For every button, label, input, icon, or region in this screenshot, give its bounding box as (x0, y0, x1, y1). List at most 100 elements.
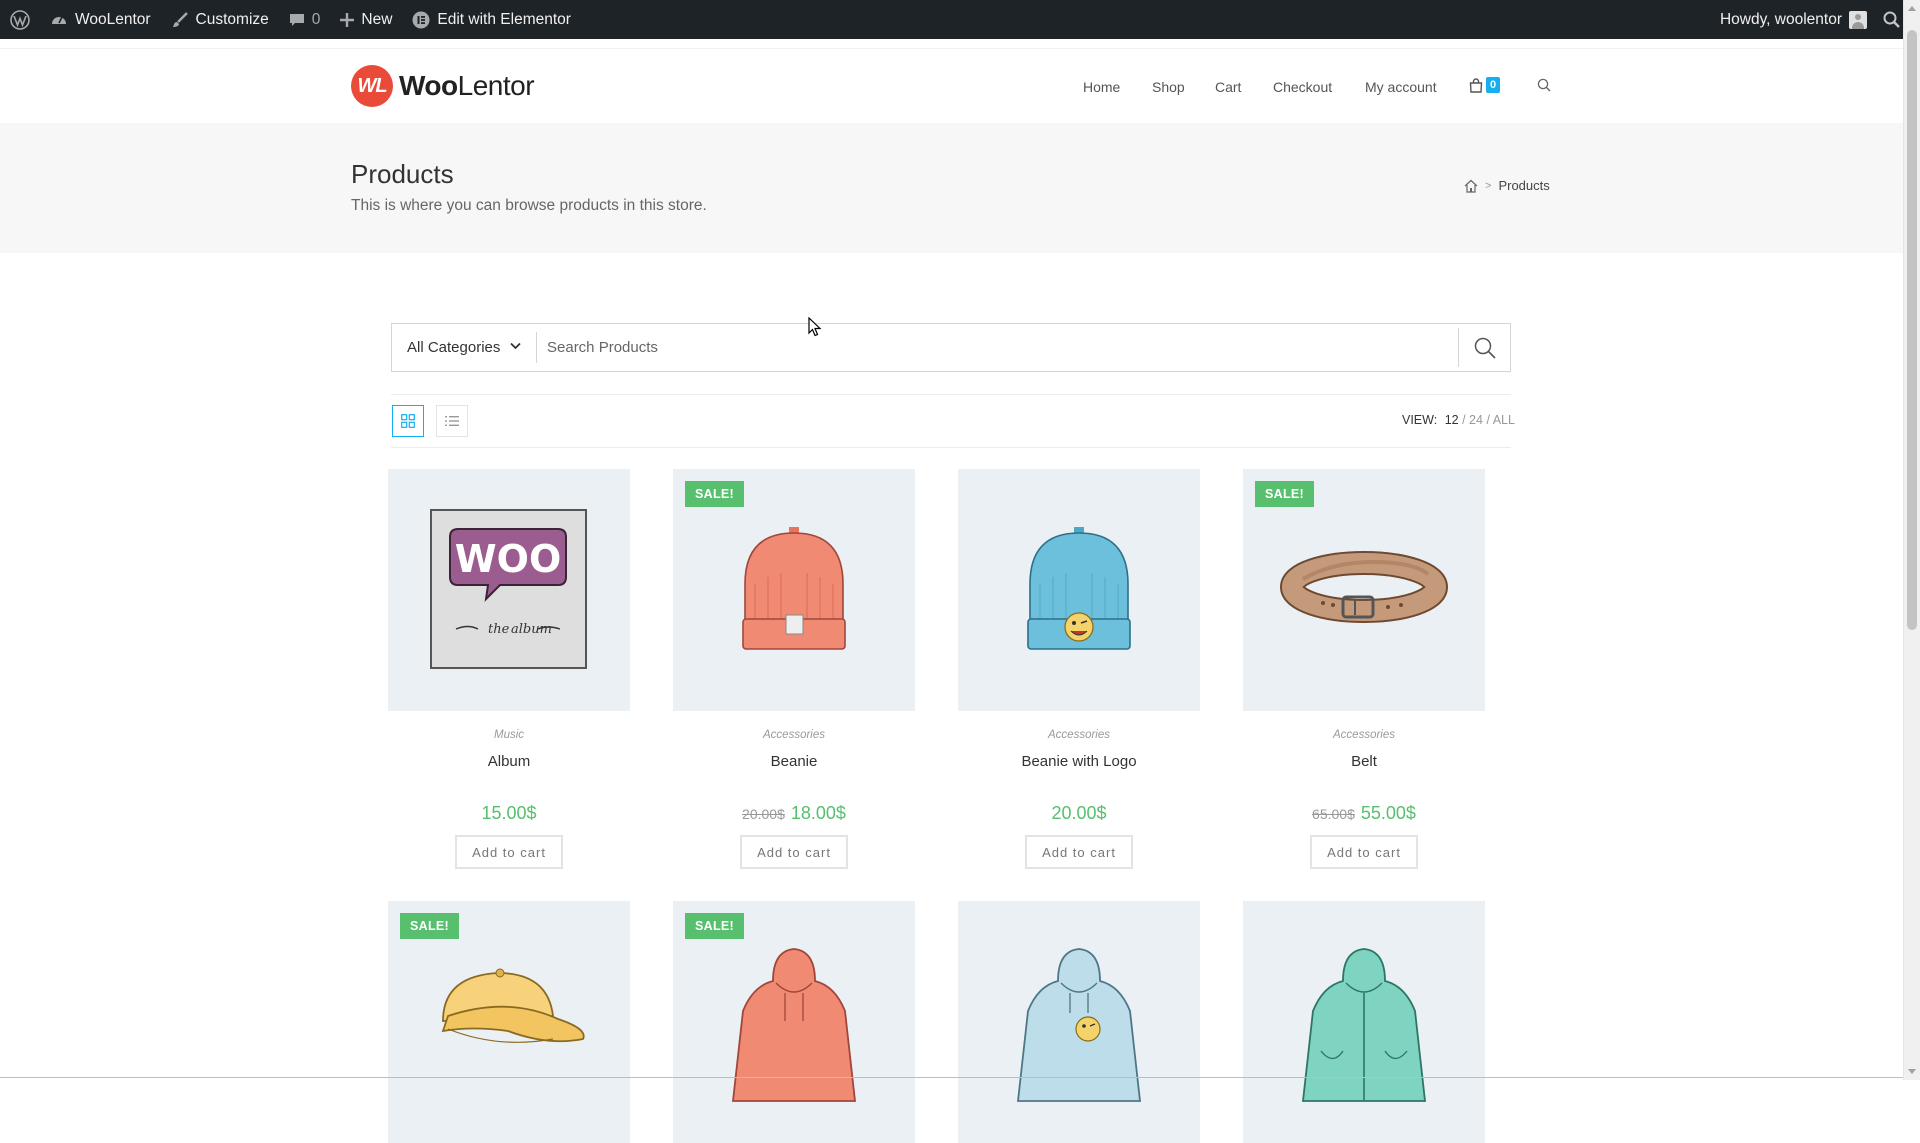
product-category[interactable]: Accessories (958, 729, 1200, 741)
wordpress-logo-button[interactable] (0, 0, 40, 39)
product-category[interactable]: Accessories (673, 729, 915, 741)
adminbar-site-name: WooLentor (75, 10, 151, 28)
product-price-current: 15.00$ (481, 803, 537, 823)
svg-text:WOO: WOO (455, 537, 562, 581)
product-image[interactable]: WOO the album (388, 469, 630, 711)
product-price: 65.00$ 55.00$ (1243, 803, 1485, 824)
page-subtitle: This is where you can browse products in… (351, 197, 707, 214)
add-to-cart-button[interactable]: Add to cart (455, 835, 563, 869)
logo-text-bold: Woo (399, 70, 458, 101)
product-price: 20.00$ (958, 803, 1200, 824)
product-title[interactable]: Beanie with Logo (958, 753, 1200, 770)
product-image[interactable]: SALE! (673, 901, 915, 1143)
dashboard-icon (52, 16, 66, 24)
view-12-link[interactable]: 12 (1445, 413, 1459, 427)
search-icon (1883, 11, 1900, 28)
chevron-down-icon (510, 342, 521, 350)
site-header: WL WooLentor Home Shop Cart Checkout My … (0, 48, 1903, 124)
nav-cart[interactable]: Cart (1215, 79, 1241, 95)
logo-text: WooLentor (399, 70, 535, 102)
sale-badge: SALE! (1255, 481, 1314, 507)
beanie-logo-icon (1027, 527, 1131, 650)
product-category[interactable]: Accessories (1243, 729, 1485, 741)
album-icon: WOO the album (430, 509, 587, 669)
product-image[interactable]: SALE! (388, 901, 630, 1143)
product-image[interactable] (1243, 901, 1485, 1143)
scroll-down-icon[interactable] (1908, 1069, 1916, 1074)
site-logo[interactable]: WL WooLentor (351, 65, 535, 107)
adminbar-new-link[interactable]: New (330, 0, 402, 39)
nav-home[interactable]: Home (1083, 79, 1120, 95)
header-search-button[interactable] (1537, 78, 1551, 97)
product-category[interactable]: Music (388, 729, 630, 741)
product-price: 20.00$ 18.00$ (673, 803, 915, 824)
shopping-bag-icon (1469, 77, 1483, 93)
adminbar-elementor-link[interactable]: Edit with Elementor (402, 0, 581, 39)
product-price-current: 20.00$ (1051, 803, 1107, 823)
brush-icon (172, 11, 188, 27)
divider (0, 1077, 1903, 1078)
header-cart[interactable]: 0 (1469, 77, 1501, 93)
grid-view-button[interactable] (392, 405, 424, 437)
svg-text:the: the (488, 622, 510, 637)
product-search-form: All Categories (391, 323, 1511, 372)
breadcrumb-separator: > (1485, 179, 1492, 192)
product-image[interactable] (958, 901, 1200, 1143)
divider (536, 332, 537, 363)
comment-icon (289, 13, 304, 26)
add-to-cart-button[interactable]: Add to cart (740, 835, 848, 869)
adminbar-comments-count: 0 (311, 10, 321, 28)
add-to-cart-button[interactable]: Add to cart (1025, 835, 1133, 869)
adminbar-comments-link[interactable]: 0 (279, 0, 331, 39)
product-price-current: 55.00$ (1360, 803, 1416, 823)
scrollbar-thumb[interactable] (1907, 30, 1917, 630)
category-select[interactable]: All Categories (392, 324, 536, 371)
grid-icon (401, 414, 415, 428)
cart-count-badge: 0 (1486, 77, 1501, 93)
view-24-link[interactable]: 24 (1469, 413, 1483, 427)
search-input[interactable] (547, 324, 1307, 371)
scroll-up-icon[interactable] (1908, 6, 1916, 11)
hoodie-logo-icon (1016, 948, 1142, 1102)
product-title[interactable]: Beanie (673, 753, 915, 770)
logo-text-rest: Lentor (457, 70, 535, 101)
plus-icon (340, 12, 355, 27)
view-all-link[interactable]: ALL (1493, 413, 1515, 427)
page-header: Products This is where you can browse pr… (0, 123, 1903, 253)
nav-shop[interactable]: Shop (1152, 79, 1185, 95)
adminbar-account-link[interactable]: Howdy, woolentor (1710, 0, 1875, 39)
nav-checkout[interactable]: Checkout (1273, 79, 1332, 95)
search-icon (1537, 78, 1551, 92)
adminbar-elementor-label: Edit with Elementor (437, 10, 571, 28)
category-select-value: All Categories (407, 339, 501, 356)
product-price-old: 20.00$ (742, 806, 785, 822)
page-title: Products (351, 159, 454, 189)
sale-badge: SALE! (400, 913, 459, 939)
view-label: VIEW: (1402, 413, 1438, 427)
adminbar-customize-link[interactable]: Customize (161, 0, 279, 39)
product-price-current: 18.00$ (790, 803, 846, 823)
logo-mark: WL (351, 65, 393, 107)
page-scrollbar[interactable] (1903, 0, 1920, 1080)
mouse-cursor-icon (808, 317, 822, 337)
view-separator: / (1462, 413, 1466, 427)
svg-text:album: album (511, 622, 552, 637)
breadcrumb-current: Products (1498, 178, 1550, 193)
adminbar-howdy: Howdy, woolentor (1719, 10, 1842, 28)
product-image[interactable]: SALE! (673, 469, 915, 711)
hoodie-zipper-icon (1301, 948, 1427, 1102)
list-view-button[interactable] (436, 405, 468, 437)
sale-badge: SALE! (685, 913, 744, 939)
sale-badge: SALE! (685, 481, 744, 507)
product-title[interactable]: Belt (1243, 753, 1485, 770)
add-to-cart-button[interactable]: Add to cart (1310, 835, 1418, 869)
product-image[interactable]: SALE! (1243, 469, 1485, 711)
search-submit-button[interactable] (1459, 324, 1510, 371)
product-image[interactable] (958, 469, 1200, 711)
products-per-page: VIEW: 12 / 24 / ALL (1402, 413, 1515, 427)
adminbar-site-link[interactable]: WooLentor (40, 0, 161, 39)
home-icon[interactable] (1464, 179, 1478, 193)
elementor-icon (412, 11, 430, 28)
nav-my-account[interactable]: My account (1365, 79, 1437, 95)
product-title[interactable]: Album (388, 753, 630, 770)
